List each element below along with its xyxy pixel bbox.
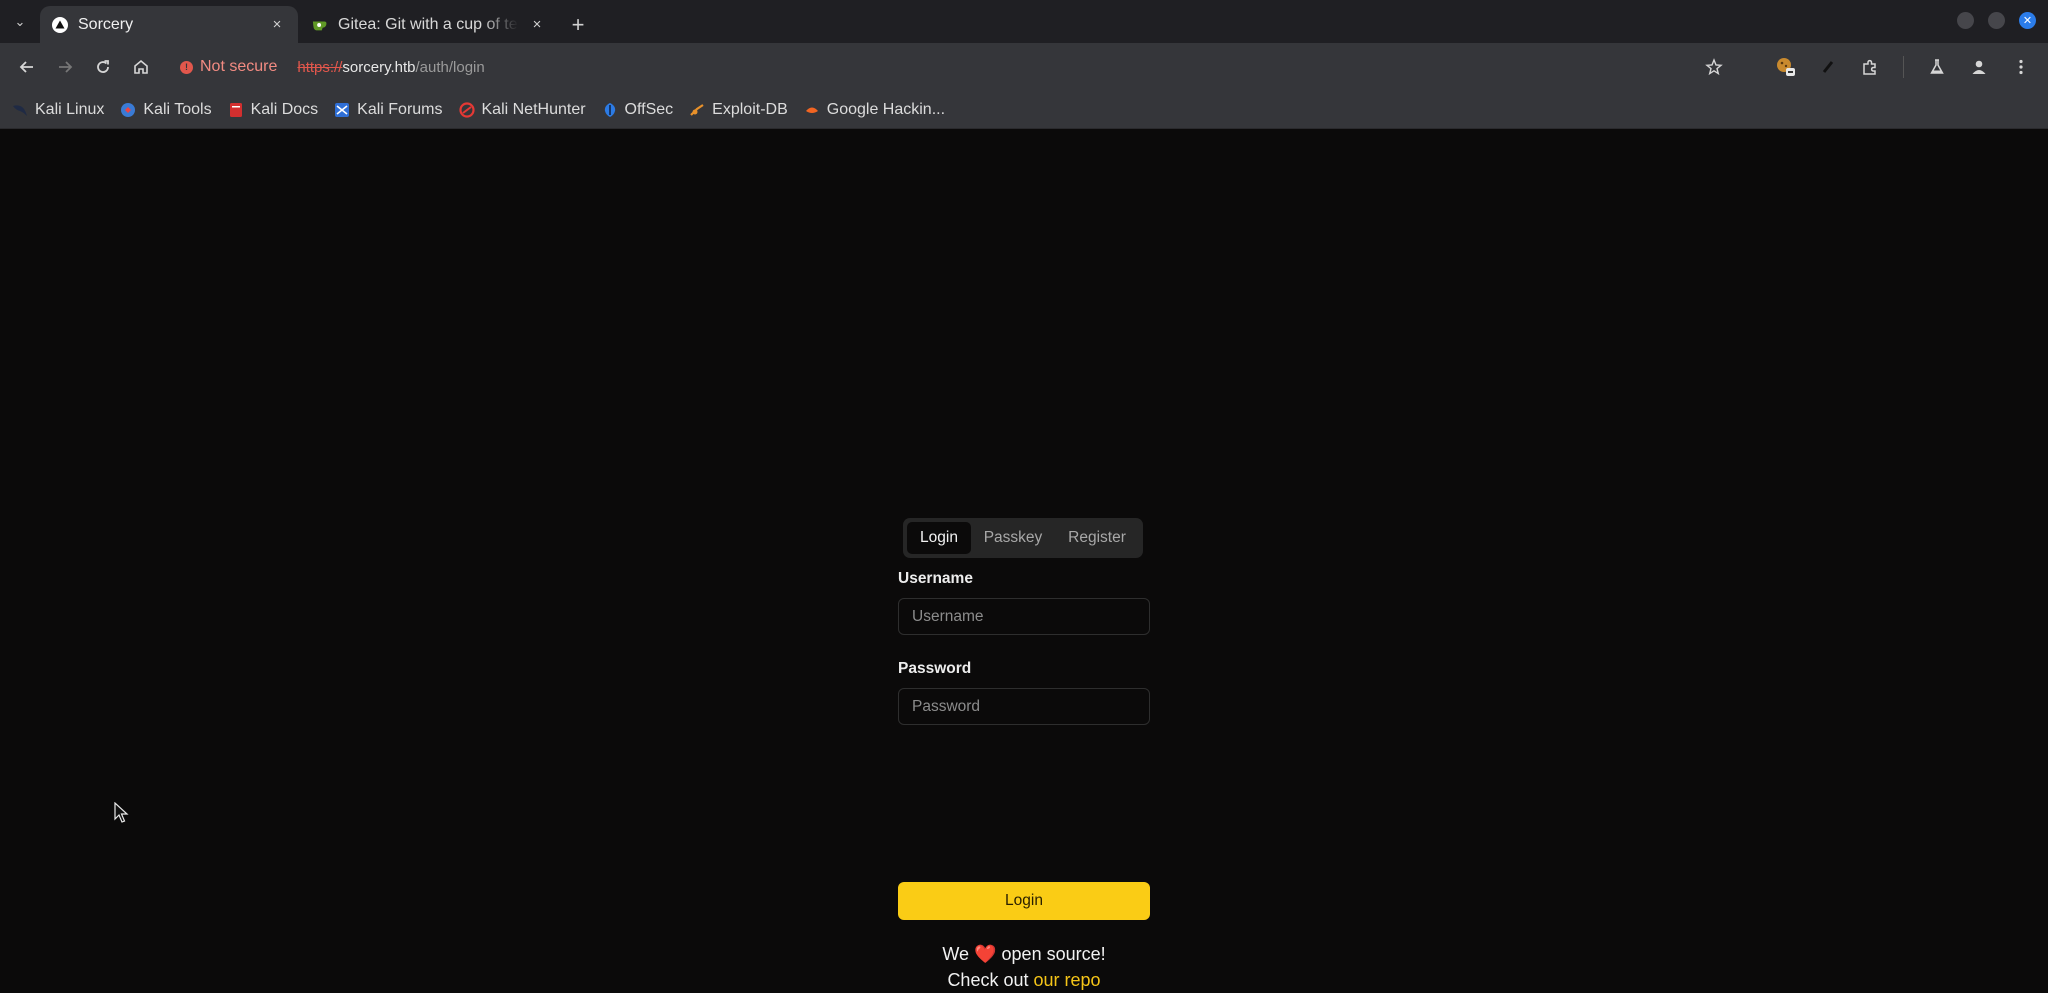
reload-button[interactable] (84, 48, 122, 86)
bookmark-kali-forums[interactable]: Kali Forums (334, 100, 443, 119)
exploit-db-icon (689, 102, 705, 118)
minimize-button[interactable] (1957, 12, 1974, 29)
page-viewport: Login Passkey Register Username Password… (0, 129, 2048, 990)
ghdb-icon (804, 102, 820, 118)
username-label: Username (898, 570, 973, 587)
tab-gitea[interactable]: Gitea: Git with a cup of tea × (300, 6, 558, 43)
pen-extension-button[interactable] (1809, 48, 1847, 86)
plus-icon: + (571, 11, 585, 37)
url-host: sorcery.htb (342, 58, 416, 76)
address-bar[interactable]: ! Not secure https://sorcery.htb/auth/lo… (180, 49, 1767, 85)
kebab-menu-icon (2019, 59, 2023, 75)
security-label: Not secure (200, 58, 278, 75)
tab-title: Sorcery (78, 15, 134, 33)
heart-icon: ❤️ (974, 944, 997, 964)
reload-icon (97, 60, 109, 73)
extensions-button[interactable] (1851, 48, 1889, 86)
labs-button[interactable] (1918, 48, 1956, 86)
home-icon (134, 59, 148, 74)
bookmark-label: Kali Docs (250, 100, 319, 118)
bookmark-offsec[interactable]: OffSec (602, 100, 674, 119)
arrow-left-icon (19, 61, 33, 73)
cookie-extension-button[interactable] (1767, 48, 1805, 86)
mouse-cursor-icon (114, 802, 129, 823)
login-button[interactable]: Login (898, 882, 1150, 920)
toolbar-separator (1903, 56, 1904, 78)
menu-button[interactable] (2002, 48, 2040, 86)
note-text: open source! (1001, 944, 1106, 964)
extension-area (1767, 48, 2040, 86)
puzzle-icon (1863, 59, 1876, 75)
home-button[interactable] (122, 48, 160, 86)
person-icon (1972, 60, 1986, 74)
close-window-button[interactable]: ✕ (2019, 12, 2036, 29)
tab-register[interactable]: Register (1055, 522, 1139, 554)
site-security-chip[interactable]: ! Not secure (180, 58, 277, 76)
bookmark-star-button[interactable] (1695, 48, 1733, 86)
maximize-button[interactable] (1988, 12, 2005, 29)
cookie-icon (1777, 58, 1795, 76)
bookmark-label: Kali NetHunter (481, 100, 586, 118)
tab-close-icon[interactable]: × (528, 16, 546, 34)
bookmark-label: Google Hackin... (826, 100, 946, 118)
profile-button[interactable] (1960, 48, 1998, 86)
tab-strip: ⌄ Sorcery × Gitea: Git with a cup of tea… (0, 0, 2048, 43)
note-text: We (942, 944, 970, 964)
window-controls: ✕ (1957, 12, 2036, 29)
url-scheme: https:// (297, 58, 343, 76)
sorcery-favicon-icon (52, 16, 68, 33)
bookmark-kali-nethunter[interactable]: Kali NetHunter (458, 100, 586, 119)
tab-title: Gitea: Git with a cup of tea (338, 15, 518, 33)
bookmark-kali-linux[interactable]: Kali Linux (12, 101, 104, 119)
note-line-2: Check out our repo (898, 967, 1150, 993)
chevron-down-icon: ⌄ (14, 13, 26, 29)
bookmark-kali-tools[interactable]: Kali Tools (120, 100, 212, 119)
warning-icon: ! (180, 60, 193, 74)
password-input[interactable] (898, 688, 1150, 725)
bookmark-label: OffSec (624, 100, 674, 118)
pen-icon (1822, 61, 1834, 73)
url-path: /auth/login (415, 58, 485, 76)
arrow-right-icon (59, 61, 73, 73)
nethunter-icon (458, 101, 475, 118)
bookmark-label: Kali Linux (35, 100, 105, 118)
flask-icon (1930, 59, 1944, 74)
bookmark-kali-docs[interactable]: Kali Docs (228, 100, 319, 119)
kali-tools-icon (120, 102, 136, 118)
kali-docs-icon (228, 102, 244, 118)
tab-search-button[interactable]: ⌄ (0, 0, 40, 43)
open-source-note: We ❤️ open source! Check out our repo (898, 941, 1150, 993)
note-line-1: We ❤️ open source! (898, 941, 1150, 967)
new-tab-button[interactable]: + (560, 6, 596, 43)
gitea-favicon-icon (312, 17, 328, 33)
kali-dragon-icon (12, 102, 28, 118)
bookmark-exploit-db[interactable]: Exploit-DB (689, 101, 788, 119)
tab-sorcery[interactable]: Sorcery × (40, 6, 298, 43)
auth-tabs: Login Passkey Register (903, 518, 1143, 558)
browser-toolbar: ! Not secure https://sorcery.htb/auth/lo… (0, 43, 2048, 91)
bookmark-label: Kali Forums (357, 100, 443, 118)
offsec-icon (602, 102, 618, 118)
bookmark-label: Kali Tools (143, 100, 212, 118)
kali-forums-icon (334, 102, 350, 118)
tab-login[interactable]: Login (907, 522, 971, 554)
star-icon (1705, 58, 1723, 76)
tab-passkey[interactable]: Passkey (971, 522, 1055, 554)
note-text: Check out (947, 970, 1029, 990)
tab-close-icon[interactable]: × (268, 16, 286, 34)
password-label: Password (898, 660, 972, 677)
bookmark-label: Exploit-DB (712, 100, 788, 118)
username-input[interactable] (898, 598, 1150, 635)
repo-link[interactable]: our repo (1034, 970, 1101, 990)
bookmark-google-hacking[interactable]: Google Hackin... (804, 101, 945, 119)
back-button[interactable] (8, 48, 46, 86)
bookmarks-bar: Kali Linux Kali Tools Kali Docs Kali For… (0, 91, 2048, 129)
forward-button[interactable] (46, 48, 84, 86)
close-icon: ✕ (2022, 15, 2033, 27)
